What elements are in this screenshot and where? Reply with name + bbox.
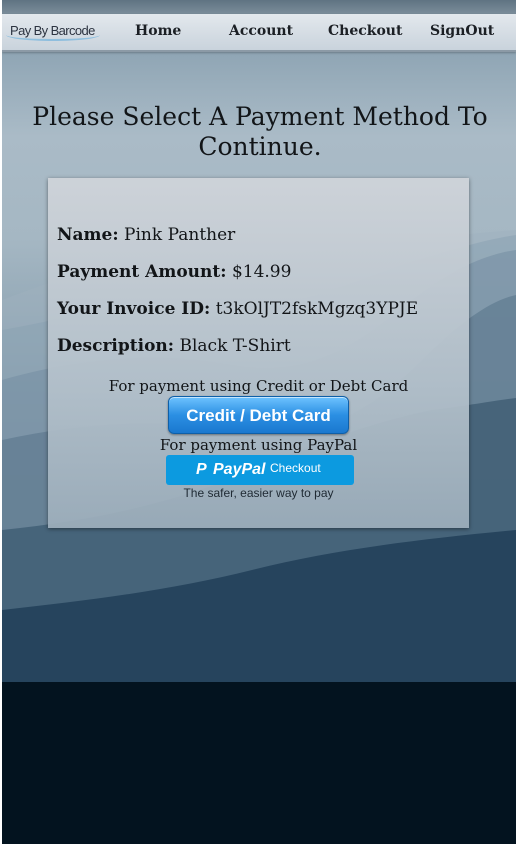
nav-signout[interactable]: SignOut xyxy=(430,23,494,39)
description-row: Description: Black T-Shirt xyxy=(57,336,291,356)
page-title: Please Select A Payment Method To Contin… xyxy=(32,102,488,161)
amount-value: $14.99 xyxy=(231,262,292,282)
description-label: Description: xyxy=(57,336,175,356)
paypal-checkout-button[interactable]: P PayPal Checkout xyxy=(166,455,354,485)
payment-card: Name: Pink Panther Payment Amount: $14.9… xyxy=(48,178,469,528)
nav-checkout[interactable]: Checkout xyxy=(328,23,402,39)
page: Pay By Barcode Home Account Checkout Sig… xyxy=(2,0,516,844)
name-row: Name: Pink Panther xyxy=(57,225,235,245)
paypal-checkout-label: Checkout xyxy=(270,461,321,475)
nav-home[interactable]: Home xyxy=(135,23,181,39)
paypal-tagline: The safer, easier way to pay xyxy=(183,486,334,500)
card-payment-caption: For payment using Credit or Debt Card xyxy=(108,377,409,395)
invoice-value: t3kOlJT2fskMgzq3YPJE xyxy=(215,299,419,319)
credit-debt-card-button[interactable]: Credit / Debt Card xyxy=(168,396,349,434)
nav-account[interactable]: Account xyxy=(229,23,293,39)
amount-label: Payment Amount: xyxy=(57,262,227,282)
description-value: Black T-Shirt xyxy=(179,336,291,356)
amount-row: Payment Amount: $14.99 xyxy=(57,262,291,282)
name-value: Pink Panther xyxy=(124,225,236,245)
navbar: Pay By Barcode Home Account Checkout Sig… xyxy=(2,14,516,52)
invoice-label: Your Invoice ID: xyxy=(57,299,211,319)
paypal-p-icon: P xyxy=(196,461,207,478)
top-strip xyxy=(2,0,516,14)
site-logo[interactable]: Pay By Barcode xyxy=(10,23,95,43)
invoice-row: Your Invoice ID: t3kOlJT2fskMgzq3YPJE xyxy=(57,299,418,319)
name-label: Name: xyxy=(57,225,119,245)
paypal-logo: PayPal xyxy=(213,461,266,478)
paypal-payment-caption: For payment using PayPal xyxy=(159,436,358,454)
